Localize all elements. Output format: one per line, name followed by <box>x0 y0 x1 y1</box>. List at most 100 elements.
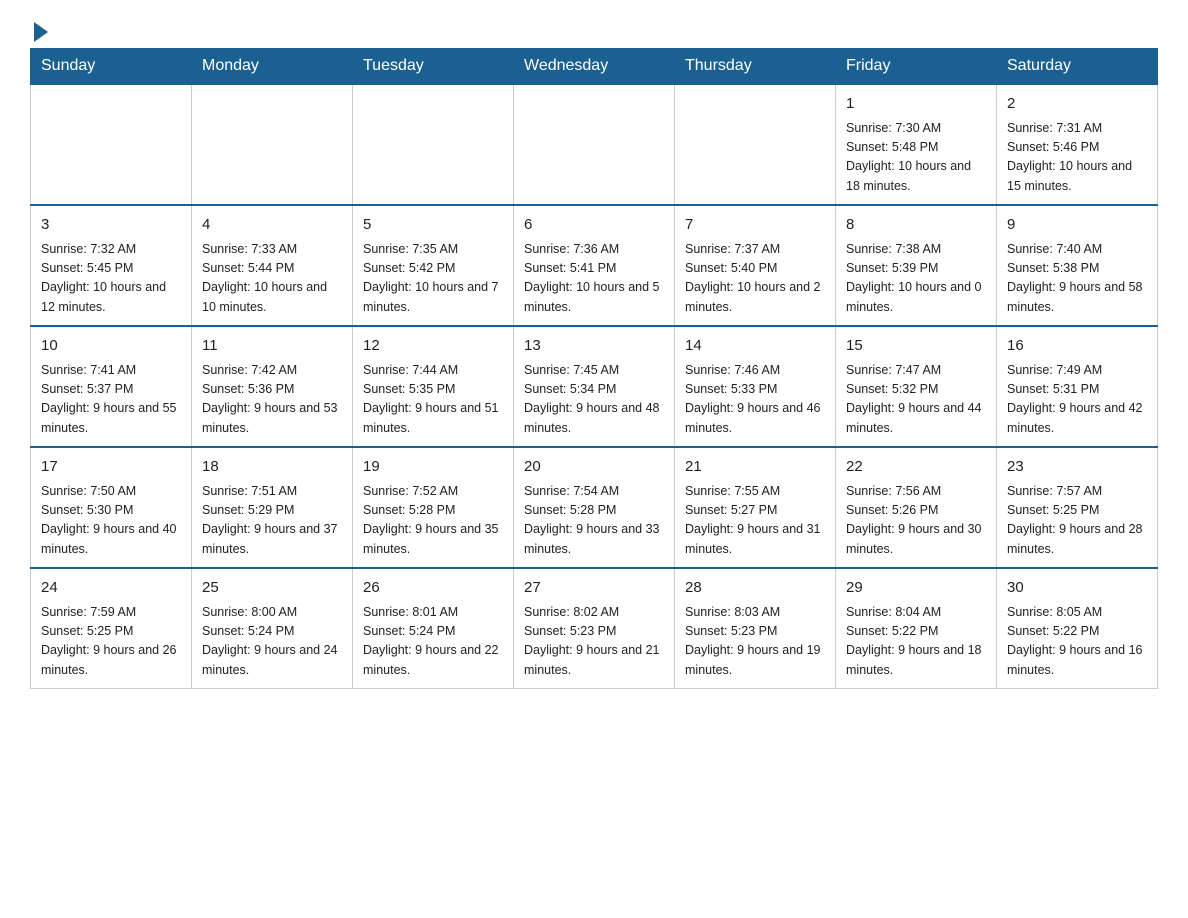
day-info: Sunrise: 8:04 AMSunset: 5:22 PMDaylight:… <box>846 603 986 681</box>
calendar-cell: 29 Sunrise: 8:04 AMSunset: 5:22 PMDayligh… <box>836 568 997 689</box>
day-info: Sunrise: 7:33 AMSunset: 5:44 PMDaylight:… <box>202 240 342 318</box>
day-info: Sunrise: 7:41 AMSunset: 5:37 PMDaylight:… <box>41 361 181 439</box>
day-info: Sunrise: 7:59 AMSunset: 5:25 PMDaylight:… <box>41 603 181 681</box>
calendar-cell: 30 Sunrise: 8:05 AMSunset: 5:22 PMDayligh… <box>997 568 1158 689</box>
day-number: 4 <box>202 214 342 237</box>
calendar-cell: 16 Sunrise: 7:49 AMSunset: 5:31 PMDayligh… <box>997 326 1158 447</box>
calendar-cell <box>675 84 836 205</box>
day-number: 20 <box>524 456 664 479</box>
day-info: Sunrise: 7:31 AMSunset: 5:46 PMDaylight:… <box>1007 119 1147 197</box>
calendar-cell: 26 Sunrise: 8:01 AMSunset: 5:24 PMDayligh… <box>353 568 514 689</box>
calendar-cell: 14Sunrise: 7:46 AMSunset: 5:33 PMDayligh… <box>675 326 836 447</box>
day-number: 2 <box>1007 93 1147 116</box>
calendar-cell: 9 Sunrise: 7:40 AMSunset: 5:38 PMDaylight… <box>997 205 1158 326</box>
calendar-cell: 2 Sunrise: 7:31 AMSunset: 5:46 PMDaylight… <box>997 84 1158 205</box>
day-info: Sunrise: 8:02 AMSunset: 5:23 PMDaylight:… <box>524 603 664 681</box>
day-of-week-header: Sunday <box>31 49 192 85</box>
calendar-cell: 8 Sunrise: 7:38 AMSunset: 5:39 PMDaylight… <box>836 205 997 326</box>
day-info: Sunrise: 8:03 AMSunset: 5:23 PMDaylight:… <box>685 603 825 681</box>
day-number: 13 <box>524 335 664 358</box>
day-info: Sunrise: 7:42 AMSunset: 5:36 PMDaylight:… <box>202 361 342 439</box>
day-number: 12 <box>363 335 503 358</box>
day-info: Sunrise: 7:38 AMSunset: 5:39 PMDaylight:… <box>846 240 986 318</box>
day-number: 25 <box>202 577 342 600</box>
calendar-header-row: SundayMondayTuesdayWednesdayThursdayFrid… <box>31 49 1158 85</box>
day-number: 23 <box>1007 456 1147 479</box>
calendar-cell: 18 Sunrise: 7:51 AMSunset: 5:29 PMDayligh… <box>192 447 353 568</box>
calendar-cell: 12 Sunrise: 7:44 AMSunset: 5:35 PMDayligh… <box>353 326 514 447</box>
logo <box>30 20 48 38</box>
calendar-cell: 5 Sunrise: 7:35 AMSunset: 5:42 PMDaylight… <box>353 205 514 326</box>
day-number: 11 <box>202 335 342 358</box>
day-of-week-header: Saturday <box>997 49 1158 85</box>
calendar-cell: 11 Sunrise: 7:42 AMSunset: 5:36 PMDayligh… <box>192 326 353 447</box>
day-info: Sunrise: 7:47 AMSunset: 5:32 PMDaylight:… <box>846 361 986 439</box>
day-number: 8 <box>846 214 986 237</box>
day-number: 28 <box>685 577 825 600</box>
day-info: Sunrise: 7:50 AMSunset: 5:30 PMDaylight:… <box>41 482 181 560</box>
day-info: Sunrise: 7:49 AMSunset: 5:31 PMDaylight:… <box>1007 361 1147 439</box>
day-number: 18 <box>202 456 342 479</box>
calendar-cell <box>31 84 192 205</box>
day-number: 19 <box>363 456 503 479</box>
day-info: Sunrise: 7:52 AMSunset: 5:28 PMDaylight:… <box>363 482 503 560</box>
day-number: 27 <box>524 577 664 600</box>
calendar-cell: 3Sunrise: 7:32 AMSunset: 5:45 PMDaylight… <box>31 205 192 326</box>
day-info: Sunrise: 8:05 AMSunset: 5:22 PMDaylight:… <box>1007 603 1147 681</box>
calendar-week-row: 24Sunrise: 7:59 AMSunset: 5:25 PMDayligh… <box>31 568 1158 689</box>
calendar-cell: 23 Sunrise: 7:57 AMSunset: 5:25 PMDayligh… <box>997 447 1158 568</box>
day-of-week-header: Thursday <box>675 49 836 85</box>
day-of-week-header: Monday <box>192 49 353 85</box>
day-info: Sunrise: 7:51 AMSunset: 5:29 PMDaylight:… <box>202 482 342 560</box>
day-info: Sunrise: 8:01 AMSunset: 5:24 PMDaylight:… <box>363 603 503 681</box>
calendar-cell: 10Sunrise: 7:41 AMSunset: 5:37 PMDayligh… <box>31 326 192 447</box>
calendar-cell: 21 Sunrise: 7:55 AMSunset: 5:27 PMDayligh… <box>675 447 836 568</box>
day-info: Sunrise: 7:46 AMSunset: 5:33 PMDaylight:… <box>685 361 825 439</box>
logo-arrow-icon <box>34 22 48 42</box>
calendar-cell: 24Sunrise: 7:59 AMSunset: 5:25 PMDayligh… <box>31 568 192 689</box>
day-number: 26 <box>363 577 503 600</box>
day-of-week-header: Wednesday <box>514 49 675 85</box>
day-number: 21 <box>685 456 825 479</box>
calendar-week-row: 1 Sunrise: 7:30 AMSunset: 5:48 PMDaylight… <box>31 84 1158 205</box>
day-number: 9 <box>1007 214 1147 237</box>
day-number: 22 <box>846 456 986 479</box>
calendar-cell: 19 Sunrise: 7:52 AMSunset: 5:28 PMDayligh… <box>353 447 514 568</box>
calendar-cell: 13 Sunrise: 7:45 AMSunset: 5:34 PMDayligh… <box>514 326 675 447</box>
day-info: Sunrise: 7:44 AMSunset: 5:35 PMDaylight:… <box>363 361 503 439</box>
day-info: Sunrise: 7:36 AMSunset: 5:41 PMDaylight:… <box>524 240 664 318</box>
day-info: Sunrise: 8:00 AMSunset: 5:24 PMDaylight:… <box>202 603 342 681</box>
calendar-cell: 28 Sunrise: 8:03 AMSunset: 5:23 PMDayligh… <box>675 568 836 689</box>
day-info: Sunrise: 7:40 AMSunset: 5:38 PMDaylight:… <box>1007 240 1147 318</box>
calendar-cell: 20 Sunrise: 7:54 AMSunset: 5:28 PMDayligh… <box>514 447 675 568</box>
day-info: Sunrise: 7:37 AMSunset: 5:40 PMDaylight:… <box>685 240 825 318</box>
calendar-cell <box>353 84 514 205</box>
day-info: Sunrise: 7:55 AMSunset: 5:27 PMDaylight:… <box>685 482 825 560</box>
day-number: 29 <box>846 577 986 600</box>
day-number: 6 <box>524 214 664 237</box>
calendar-cell: 17 Sunrise: 7:50 AMSunset: 5:30 PMDayligh… <box>31 447 192 568</box>
day-info: Sunrise: 7:45 AMSunset: 5:34 PMDaylight:… <box>524 361 664 439</box>
calendar-week-row: 10Sunrise: 7:41 AMSunset: 5:37 PMDayligh… <box>31 326 1158 447</box>
day-number: 16 <box>1007 335 1147 358</box>
day-number: 1 <box>846 93 986 116</box>
day-number: 15 <box>846 335 986 358</box>
calendar-cell: 4 Sunrise: 7:33 AMSunset: 5:44 PMDaylight… <box>192 205 353 326</box>
calendar-week-row: 17 Sunrise: 7:50 AMSunset: 5:30 PMDayligh… <box>31 447 1158 568</box>
calendar-cell: 1 Sunrise: 7:30 AMSunset: 5:48 PMDaylight… <box>836 84 997 205</box>
day-number: 30 <box>1007 577 1147 600</box>
calendar-cell: 15 Sunrise: 7:47 AMSunset: 5:32 PMDayligh… <box>836 326 997 447</box>
day-info: Sunrise: 7:30 AMSunset: 5:48 PMDaylight:… <box>846 119 986 197</box>
day-number: 7 <box>685 214 825 237</box>
day-info: Sunrise: 7:35 AMSunset: 5:42 PMDaylight:… <box>363 240 503 318</box>
calendar-week-row: 3Sunrise: 7:32 AMSunset: 5:45 PMDaylight… <box>31 205 1158 326</box>
calendar-cell: 7 Sunrise: 7:37 AMSunset: 5:40 PMDaylight… <box>675 205 836 326</box>
day-number: 5 <box>363 214 503 237</box>
day-info: Sunrise: 7:32 AMSunset: 5:45 PMDaylight:… <box>41 240 181 318</box>
page-header <box>30 20 1158 38</box>
day-info: Sunrise: 7:54 AMSunset: 5:28 PMDaylight:… <box>524 482 664 560</box>
day-number: 17 <box>41 456 181 479</box>
calendar-cell: 6 Sunrise: 7:36 AMSunset: 5:41 PMDaylight… <box>514 205 675 326</box>
calendar-cell: 27 Sunrise: 8:02 AMSunset: 5:23 PMDayligh… <box>514 568 675 689</box>
day-info: Sunrise: 7:57 AMSunset: 5:25 PMDaylight:… <box>1007 482 1147 560</box>
